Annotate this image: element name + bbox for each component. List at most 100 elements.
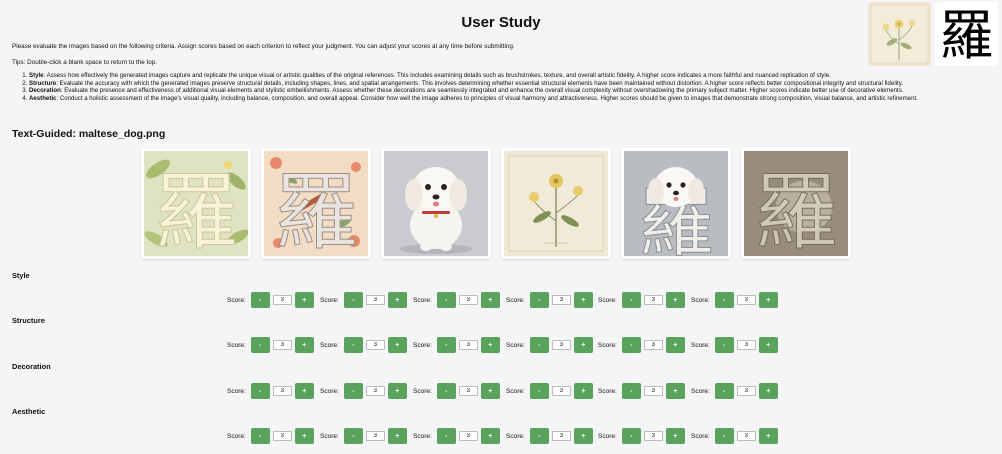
decrement-button[interactable]: - [529, 383, 549, 399]
style-label: Style [12, 271, 30, 280]
increment-button[interactable]: + [294, 383, 314, 399]
decrement-button[interactable]: - [714, 428, 734, 444]
decrement-button[interactable]: - [529, 292, 549, 308]
increment-button[interactable]: + [758, 383, 778, 399]
score-input[interactable] [365, 295, 385, 305]
increment-button[interactable]: + [294, 337, 314, 353]
increment-button[interactable]: + [758, 337, 778, 353]
generated-image-2: 羅 [261, 148, 371, 259]
score-input[interactable] [643, 431, 663, 441]
increment-button[interactable]: + [387, 337, 407, 353]
decrement-button[interactable]: - [343, 428, 363, 444]
score-input[interactable] [365, 340, 385, 350]
criteria-list: Style: Assess how effectively the genera… [29, 72, 989, 102]
decrement-button[interactable]: - [436, 383, 456, 399]
score-control: Score:- + [227, 428, 314, 444]
score-input[interactable] [736, 295, 756, 305]
score-input[interactable] [458, 295, 478, 305]
decrement-button[interactable]: - [343, 383, 363, 399]
score-input[interactable] [736, 386, 756, 396]
page-title: User Study [461, 14, 541, 31]
score-input[interactable] [551, 431, 571, 441]
increment-button[interactable]: + [480, 292, 500, 308]
increment-button[interactable]: + [480, 428, 500, 444]
increment-button[interactable]: + [665, 428, 685, 444]
score-input[interactable] [365, 431, 385, 441]
score-label: Score: [413, 341, 432, 349]
increment-button[interactable]: + [387, 383, 407, 399]
increment-button[interactable]: + [480, 383, 500, 399]
score-control: Score:- + [691, 428, 778, 444]
increment-button[interactable]: + [387, 428, 407, 444]
score-label: Score: [506, 432, 525, 440]
increment-button[interactable]: + [573, 428, 593, 444]
score-input[interactable] [551, 340, 571, 350]
decrement-button[interactable]: - [621, 292, 641, 308]
decrement-button[interactable]: - [250, 337, 270, 353]
score-input[interactable] [551, 295, 571, 305]
structure-score-row: Score:-+Score:-+Score:-+Score:-+Score:-+… [0, 337, 1002, 353]
decrement-button[interactable]: - [529, 428, 549, 444]
score-control: Score:- + [506, 428, 593, 444]
reference-style-image [868, 2, 931, 66]
increment-button[interactable]: + [294, 292, 314, 308]
increment-button[interactable]: + [758, 428, 778, 444]
decoration-label: Decoration [12, 362, 51, 371]
score-input[interactable] [458, 340, 478, 350]
score-input[interactable] [643, 386, 663, 396]
style-score-row: Score:-+Score:-+Score:-+Score:-+Score:-+… [0, 292, 1002, 308]
score-input[interactable] [551, 386, 571, 396]
increment-button[interactable]: + [294, 428, 314, 444]
score-input[interactable] [458, 431, 478, 441]
increment-button[interactable]: + [573, 292, 593, 308]
score-label: Score: [227, 432, 246, 440]
increment-button[interactable]: + [665, 292, 685, 308]
score-input[interactable] [458, 386, 478, 396]
increment-button[interactable]: + [387, 292, 407, 308]
increment-button[interactable]: + [573, 337, 593, 353]
generated-image-6: 羅 [741, 148, 851, 259]
score-input[interactable] [643, 295, 663, 305]
increment-button[interactable]: + [665, 383, 685, 399]
increment-button[interactable]: + [665, 337, 685, 353]
score-label: Score: [320, 341, 339, 349]
criterion-name: Style [29, 72, 44, 79]
score-control: Score:- + [413, 337, 500, 353]
score-control: Score:- + [227, 337, 314, 353]
increment-button[interactable]: + [573, 383, 593, 399]
score-input[interactable] [643, 340, 663, 350]
decrement-button[interactable]: - [250, 383, 270, 399]
decrement-button[interactable]: - [250, 292, 270, 308]
decrement-button[interactable]: - [436, 337, 456, 353]
decrement-button[interactable]: - [529, 337, 549, 353]
criterion-description: : Conduct a holistic assessment of the i… [56, 94, 918, 102]
decrement-button[interactable]: - [343, 337, 363, 353]
decrement-button[interactable]: - [436, 292, 456, 308]
decrement-button[interactable]: - [250, 428, 270, 444]
decrement-button[interactable]: - [714, 292, 734, 308]
score-input[interactable] [736, 431, 756, 441]
decrement-button[interactable]: - [621, 428, 641, 444]
decrement-button[interactable]: - [714, 383, 734, 399]
increment-button[interactable]: + [758, 292, 778, 308]
reference-character-image: 羅 [935, 2, 998, 66]
reference-images: 羅 [868, 2, 998, 66]
decrement-button[interactable]: - [621, 383, 641, 399]
decrement-button[interactable]: - [621, 337, 641, 353]
score-label: Score: [691, 341, 710, 349]
criterion-structure: Structure: Evaluate the accuracy with wh… [29, 80, 989, 88]
increment-button[interactable]: + [480, 337, 500, 353]
criterion-aesthetic: Aesthetic: Conduct a holistic assessment… [29, 95, 989, 103]
decrement-button[interactable]: - [714, 337, 734, 353]
image-gallery: 羅 羅 羅 羅 [141, 148, 851, 259]
score-input[interactable] [272, 295, 292, 305]
score-input[interactable] [736, 340, 756, 350]
decrement-button[interactable]: - [436, 428, 456, 444]
decrement-button[interactable]: - [343, 292, 363, 308]
score-input[interactable] [272, 340, 292, 350]
score-input[interactable] [272, 431, 292, 441]
score-label: Score: [227, 387, 246, 395]
score-input[interactable] [272, 386, 292, 396]
score-input[interactable] [365, 386, 385, 396]
structure-label: Structure [12, 316, 45, 325]
